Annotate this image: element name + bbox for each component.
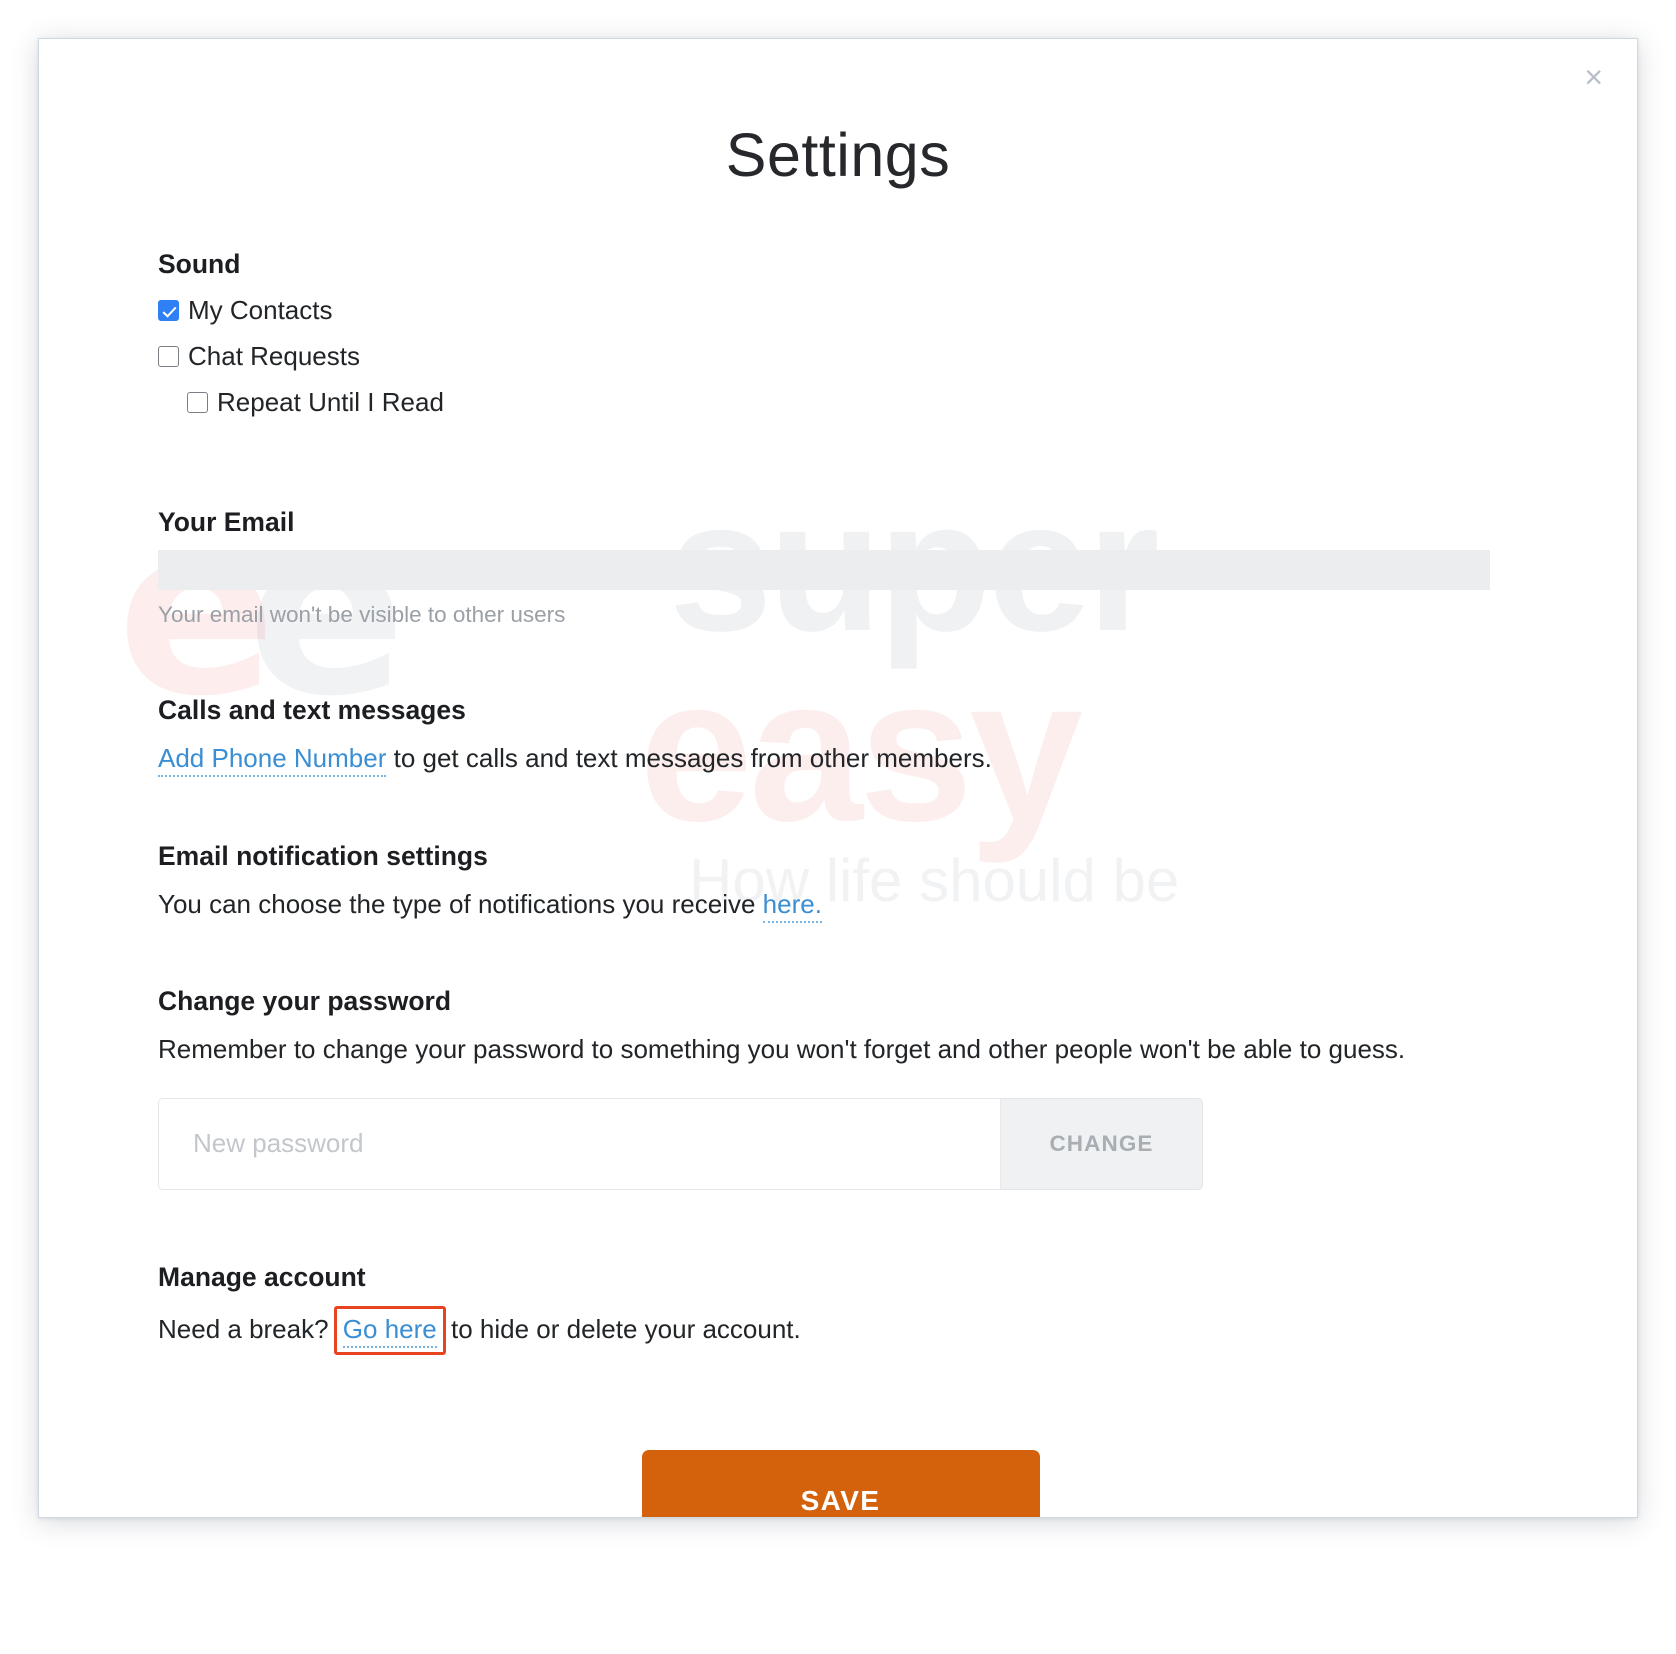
sound-heading: Sound (158, 249, 241, 279)
section-email: Your Email Your email won't be visible t… (158, 507, 1523, 628)
checkbox-row-repeat-until-i-read[interactable]: Repeat Until I Read (187, 387, 1523, 418)
page-title: Settings (725, 121, 951, 189)
calls-description: Add Phone Number to get calls and text m… (158, 739, 1523, 779)
go-here-highlight: Go here (333, 1305, 446, 1356)
go-here-link[interactable]: Go here (342, 1313, 437, 1348)
manage-account-heading: Manage account (158, 1261, 366, 1292)
add-phone-number-link[interactable]: Add Phone Number (158, 743, 387, 777)
section-notifications: Email notification settings You can choo… (158, 841, 1523, 925)
password-heading: Change your password (158, 986, 452, 1017)
section-calls: Calls and text messages Add Phone Number… (158, 695, 1523, 779)
settings-body: Sound My Contacts Chat Requests Repeat U… (158, 249, 1523, 1517)
page-root: e e super easy How life should be × Sett… (0, 0, 1676, 1654)
section-sound: Sound My Contacts Chat Requests Repeat U… (158, 249, 1523, 418)
notification-here-link[interactable]: here. (762, 888, 822, 923)
checkbox-chat-requests[interactable] (158, 346, 179, 367)
checkbox-row-my-contacts[interactable]: My Contacts (158, 295, 1523, 326)
checkbox-label-my-contacts[interactable]: My Contacts (188, 295, 333, 326)
manage-account-description: Need a break? Go here to hide or delete … (158, 1305, 1523, 1356)
checkbox-label-chat-requests[interactable]: Chat Requests (188, 341, 360, 372)
change-password-button[interactable]: CHANGE (1000, 1098, 1202, 1189)
section-manage-account: Manage account Need a break? Go here to … (158, 1262, 1523, 1356)
checkbox-my-contacts[interactable] (158, 300, 179, 321)
checkbox-row-chat-requests[interactable]: Chat Requests (158, 341, 1523, 372)
calls-rest-text: to get calls and text messages from othe… (386, 743, 992, 773)
new-password-input[interactable] (159, 1098, 1000, 1189)
checkbox-repeat-until-i-read[interactable] (187, 392, 208, 413)
notifications-lead-text: You can choose the type of notifications… (158, 888, 763, 919)
notifications-description: You can choose the type of notifications… (158, 885, 1523, 925)
password-input-group: CHANGE (158, 1097, 1203, 1190)
notifications-heading: Email notification settings (158, 840, 488, 871)
section-password: Change your password Remember to change … (158, 986, 1523, 1190)
footer-actions: SAVE (158, 1450, 1523, 1517)
manage-lead-text: Need a break? (158, 1313, 336, 1344)
checkbox-label-repeat-until-i-read[interactable]: Repeat Until I Read (217, 387, 444, 418)
email-heading: Your Email (158, 507, 295, 537)
password-description: Remember to change your password to some… (158, 1034, 1406, 1065)
email-input[interactable] (158, 550, 1490, 590)
email-hint: Your email won't be visible to other use… (158, 602, 566, 627)
dialog-content: × Settings Sound My Contacts Chat Reques… (39, 39, 1637, 1517)
settings-dialog: e e super easy How life should be × Sett… (38, 38, 1638, 1518)
save-button[interactable]: SAVE (641, 1450, 1040, 1517)
manage-rest-text: to hide or delete your account. (443, 1313, 801, 1344)
calls-heading: Calls and text messages (158, 695, 466, 725)
close-icon[interactable]: × (1584, 61, 1603, 93)
